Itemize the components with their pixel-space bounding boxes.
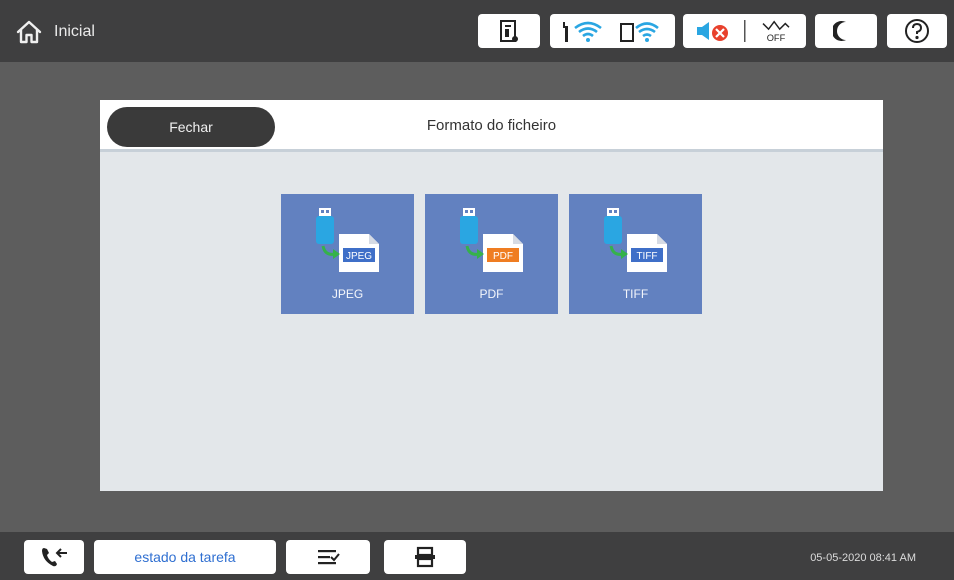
- format-label-tiff: TIFF: [622, 287, 649, 301]
- usb-to-tiff-icon: TIFF: [604, 208, 667, 272]
- home-icon: [16, 20, 42, 44]
- sound-off-icon: [696, 22, 728, 41]
- printer-button[interactable]: [384, 540, 466, 574]
- printer-status-button[interactable]: [478, 14, 540, 48]
- sleep-button[interactable]: [815, 14, 877, 48]
- file-format-dialog: Fechar Formato do ficheiro JPEG JPEG PDF…: [100, 100, 883, 491]
- printer-status-icon: [500, 20, 518, 42]
- format-tile-pdf[interactable]: PDF PDF: [425, 194, 558, 314]
- usb-to-pdf-icon: PDF: [460, 208, 523, 272]
- task-status-button[interactable]: estado da tarefa: [94, 540, 276, 574]
- wifi-direct-icon: [619, 22, 659, 42]
- job-list-icon: [318, 550, 340, 565]
- sound-eco-button[interactable]: OFF: [683, 14, 806, 48]
- badge-text-tiff: TIFF: [636, 251, 657, 262]
- eco-off-icon: OFF: [761, 20, 790, 43]
- format-label-pdf: PDF: [479, 287, 504, 301]
- home-button[interactable]: Inicial: [14, 16, 95, 48]
- printer-icon: [415, 546, 435, 568]
- dialog-title: Formato do ficheiro: [426, 117, 557, 134]
- divider-icon: [743, 20, 745, 42]
- top-bar: Inicial OFF: [0, 0, 954, 62]
- badge-text-pdf: PDF: [493, 251, 513, 262]
- format-tile-jpeg[interactable]: JPEG JPEG: [281, 194, 414, 314]
- usb-to-jpeg-icon: JPEG: [316, 208, 379, 272]
- date-time: 05-05-2020 08:41 AM: [810, 552, 916, 564]
- dialog-header: Fechar Formato do ficheiro: [100, 100, 883, 152]
- format-tile-tiff[interactable]: TIFF TIFF: [569, 194, 702, 314]
- network-status-button[interactable]: [550, 14, 675, 48]
- home-label: Inicial: [54, 23, 95, 40]
- format-label-jpeg: JPEG: [331, 287, 364, 301]
- bottom-bar: estado da tarefa 05-05-2020 08:41 AM: [0, 532, 954, 580]
- job-list-button[interactable]: [286, 540, 370, 574]
- help-icon: [905, 19, 929, 43]
- sleep-icon: [833, 21, 846, 41]
- fax-button[interactable]: [24, 540, 84, 574]
- phone-arrow-icon: [42, 548, 67, 567]
- eco-off-label: OFF: [766, 33, 785, 43]
- wifi-icon: [563, 21, 603, 42]
- badge-text-jpeg: JPEG: [346, 251, 372, 262]
- help-button[interactable]: [887, 14, 947, 48]
